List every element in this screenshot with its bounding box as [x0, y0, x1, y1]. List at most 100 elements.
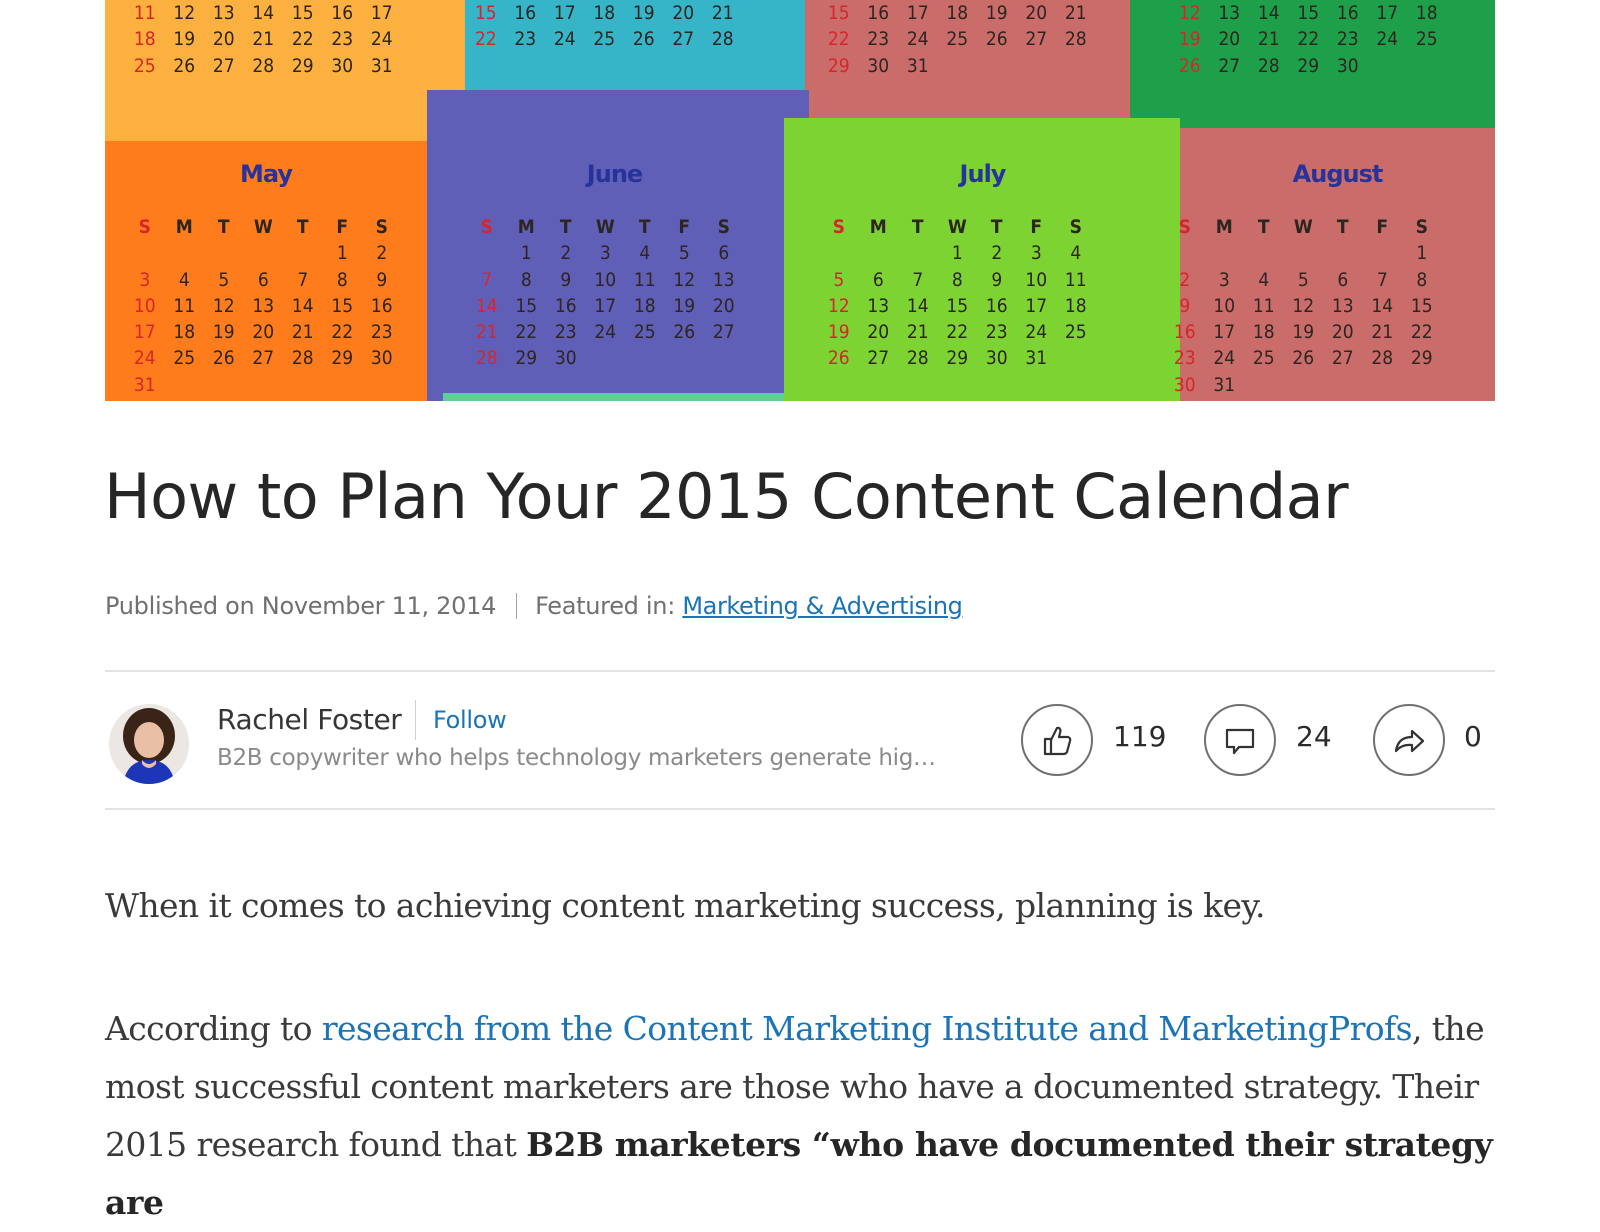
- calendar-day: 22: [515, 321, 538, 344]
- calendar-day: 23: [331, 28, 354, 51]
- calendar-day: 17: [1213, 321, 1236, 344]
- calendar-day: [1205, 240, 1245, 266]
- calendar-day: 30: [867, 54, 890, 77]
- avatar-photo: [109, 704, 189, 784]
- calendar-day: 1: [1416, 242, 1428, 265]
- calendar-day: 27: [1025, 28, 1048, 51]
- calendar-day: 19: [827, 321, 850, 344]
- featured-category-link[interactable]: Marketing & Advertising: [682, 592, 963, 620]
- calendar-day: 23: [1336, 28, 1359, 51]
- calendar-grid-partial-3: 15 16 17 18 19 20 21 22 23 24 25 26 27 28 29 30 31: [819, 0, 1096, 79]
- calendar-day: [323, 372, 363, 398]
- weekday-label: W: [595, 216, 615, 238]
- calendar-day: 27: [1331, 347, 1354, 370]
- calendar-day: 1: [520, 242, 532, 265]
- calendar-day: 24: [370, 28, 393, 51]
- calendar-day: 20: [867, 321, 890, 344]
- featured-label: Featured in:: [535, 592, 675, 620]
- calendar-day: 25: [1252, 347, 1275, 370]
- calendar-day: 21: [475, 321, 498, 344]
- calendar-day: 28: [1371, 347, 1394, 370]
- author-name[interactable]: Rachel Foster: [217, 703, 402, 736]
- weekday-label: F: [1030, 216, 1043, 238]
- calendar-day: 13: [867, 294, 890, 317]
- calendar-day: 14: [1371, 294, 1394, 317]
- calendar-day: 30: [985, 347, 1008, 370]
- calendar-day: 6: [718, 242, 730, 265]
- weekday-label: T: [990, 216, 1003, 238]
- calendar-day: 22: [1297, 28, 1320, 51]
- calendar-day: [1017, 53, 1057, 79]
- calendar-day: 11: [173, 294, 196, 317]
- calendar-day: 16: [554, 294, 577, 317]
- calendar-day: 18: [633, 294, 656, 317]
- calendar-day: 29: [1410, 347, 1433, 370]
- calendar-day: 17: [553, 2, 576, 24]
- calendar-day: 28: [252, 54, 275, 77]
- calendar-day: 7: [1376, 268, 1388, 291]
- calendar-day: 14: [1257, 2, 1280, 24]
- calendar-day: 11: [133, 2, 156, 24]
- follow-button[interactable]: Follow: [433, 706, 507, 734]
- calendar-day: [859, 240, 899, 266]
- meta-divider: [516, 593, 518, 619]
- calendar-day: [938, 53, 978, 79]
- calendar-day: 4: [1070, 242, 1082, 265]
- calendar-day: 16: [331, 2, 354, 24]
- weekday-label: T: [296, 216, 309, 238]
- month-name-july: July: [959, 160, 1007, 188]
- calendar-day: 7: [297, 268, 309, 291]
- calendar-day: [586, 345, 626, 371]
- calendar-day: 22: [331, 321, 354, 344]
- calendar-day: 19: [173, 28, 196, 51]
- weekday-label: M: [175, 216, 193, 238]
- share-button[interactable]: [1373, 704, 1445, 776]
- calendar-day: 15: [946, 294, 969, 317]
- calendar-day: 27: [1218, 54, 1241, 77]
- calendar-day: 20: [252, 321, 275, 344]
- weekday-label: T: [1257, 216, 1270, 238]
- calendar-day: 28: [475, 347, 498, 370]
- calendar-day: 12: [1292, 294, 1315, 317]
- calendar-panel-strip: [443, 393, 813, 401]
- calendar-day: 24: [1213, 347, 1236, 370]
- calendar-day: 25: [1415, 28, 1438, 51]
- calendar-day: 9: [991, 268, 1003, 291]
- calendar-day: 6: [872, 268, 884, 291]
- calendar-day: 17: [133, 321, 156, 344]
- calendar-day: [819, 240, 859, 266]
- weekday-label: S: [480, 216, 493, 238]
- research-link[interactable]: research from the Content Marketing Inst…: [322, 1009, 1413, 1048]
- calendar-day: 9: [560, 268, 572, 291]
- calendar-day: 5: [833, 268, 845, 291]
- author-avatar[interactable]: [109, 704, 189, 784]
- calendar-day: 18: [1064, 294, 1087, 317]
- calendar-day: 31: [1213, 373, 1236, 396]
- calendar-day: 25: [593, 28, 616, 51]
- calendar-day: 23: [554, 321, 577, 344]
- calendar-day: 31: [370, 54, 393, 77]
- calendar-day: 2: [560, 242, 572, 265]
- paragraph-research: According to research from the Content M…: [105, 1000, 1505, 1232]
- calendar-day: 17: [1025, 294, 1048, 317]
- weekday-label: F: [678, 216, 691, 238]
- calendar-day: 26: [827, 347, 850, 370]
- calendar-day: 10: [133, 294, 156, 317]
- calendar-day: 15: [1297, 2, 1320, 24]
- calendar-day: 29: [946, 347, 969, 370]
- calendar-day: 16: [370, 294, 393, 317]
- calendar-day: [1056, 345, 1096, 371]
- calendar-day: [1165, 240, 1205, 266]
- calendar-day: 15: [331, 294, 354, 317]
- comment-button[interactable]: [1204, 704, 1276, 776]
- calendar-day: 24: [906, 28, 929, 51]
- article-meta: Published on November 11, 2014 Featured i…: [105, 592, 963, 620]
- like-button[interactable]: [1021, 704, 1093, 776]
- calendar-day: 4: [178, 268, 190, 291]
- calendar-day: 19: [1292, 321, 1315, 344]
- calendar-day: 13: [212, 2, 235, 24]
- weekday-label: S: [832, 216, 845, 238]
- calendar-day: 22: [1410, 321, 1433, 344]
- calendar-grid-august: S M T W T F S 1 2 3 4 5 6 7 8 9 10 11 12 13 14 15 16 17 18 19 20 21…: [1165, 214, 1442, 398]
- calendar-day: 21: [291, 321, 314, 344]
